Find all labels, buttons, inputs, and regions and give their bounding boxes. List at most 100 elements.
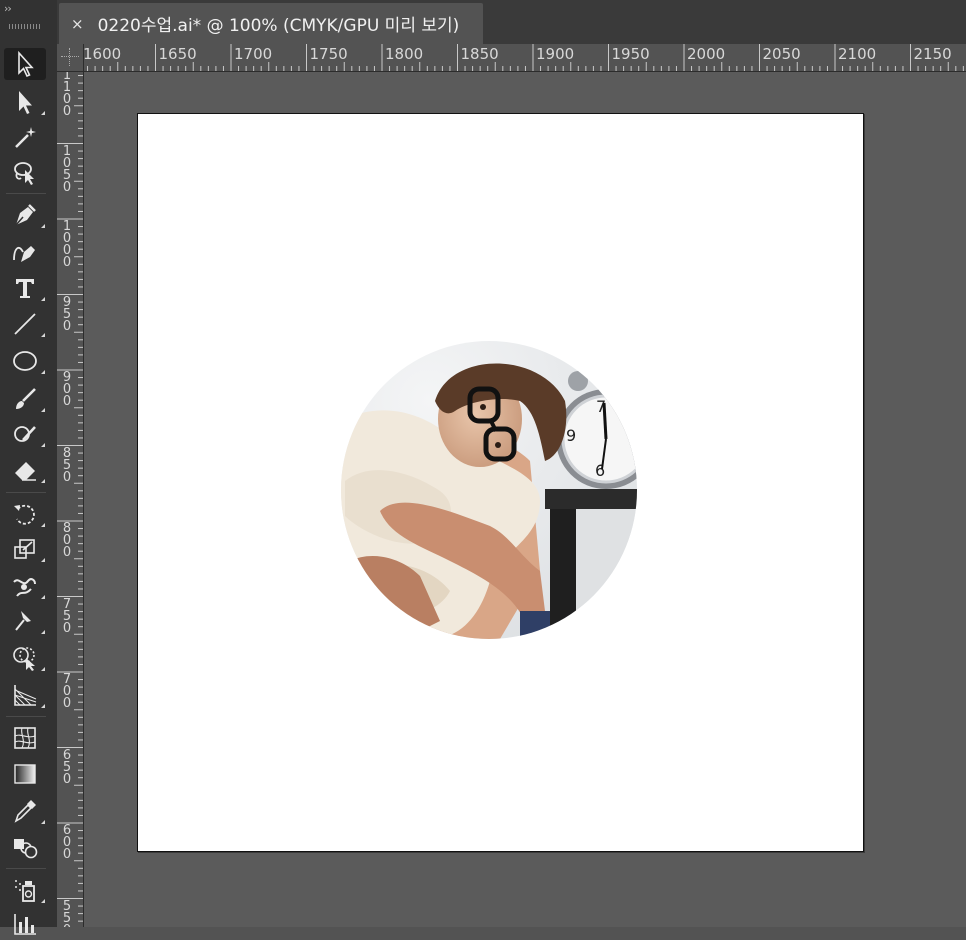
magic-wand-tool[interactable] — [4, 121, 46, 153]
mesh-tool-icon — [14, 727, 36, 749]
flyout-indicator — [41, 630, 45, 634]
ruler-label: 550 — [62, 898, 72, 928]
flyout-indicator — [41, 899, 45, 903]
paintbrush-tool[interactable] — [4, 383, 46, 415]
ruler-label: 600 — [62, 823, 72, 862]
vertical-ruler-ticks — [57, 75, 83, 922]
direct-selection-tool[interactable] — [4, 86, 46, 118]
eraser-tool-icon — [15, 462, 36, 481]
document-tab-title: 0220수업.ai* @ 100% (CMYK/GPU 미리 보기) — [97, 16, 460, 36]
perspective-grid-tool-icon — [14, 685, 37, 706]
shape-builder-tool-icon — [13, 647, 35, 671]
ruler-label: 1750 — [309, 45, 348, 63]
lasso-tool[interactable] — [4, 156, 46, 188]
horizontal-ruler[interactable]: 1600 1650 1700 1750 1800 1850 1900 1950 2000 2050… — [57, 44, 966, 72]
toolbar-divider — [6, 492, 46, 493]
shape-builder-tool[interactable] — [4, 642, 46, 674]
ruler-origin-marker — [69, 48, 70, 66]
pen-tool-icon — [15, 204, 36, 226]
direct-selection-tool-icon — [19, 91, 32, 114]
toolbar-divider — [6, 868, 46, 869]
ruler-label: 1050 — [62, 143, 72, 195]
ruler-label: 1850 — [460, 45, 499, 63]
selection-tool[interactable] — [4, 48, 46, 80]
column-graph-tool-icon — [14, 914, 36, 935]
curvature-tool[interactable] — [4, 236, 46, 268]
shaper-tool-icon — [14, 426, 36, 442]
symbol-sprayer-tool[interactable] — [4, 874, 46, 906]
flyout-indicator — [41, 667, 45, 671]
flyout-indicator — [41, 111, 45, 115]
flyout-indicator — [41, 297, 45, 301]
flyout-indicator — [41, 479, 45, 483]
gradient-tool[interactable] — [4, 758, 46, 790]
toolbar-divider — [6, 716, 46, 717]
ruler-origin-marker — [61, 56, 79, 57]
ruler-label: 2050 — [762, 45, 801, 63]
magic-wand-tool-icon — [15, 127, 36, 148]
paintbrush-tool-icon — [16, 388, 36, 409]
ruler-label: 2150 — [913, 45, 952, 63]
ruler-label: 1800 — [385, 45, 424, 63]
type-tool[interactable] — [4, 272, 46, 304]
eyedropper-tool-icon — [14, 800, 36, 823]
type-tool-icon — [16, 279, 34, 298]
line-segment-tool-icon — [14, 313, 36, 335]
rotate-tool-icon — [14, 504, 35, 525]
flyout-indicator — [41, 523, 45, 527]
ellipse-tool[interactable] — [4, 345, 46, 377]
flyout-indicator — [41, 333, 45, 337]
puppet-warp-tool[interactable] — [4, 605, 46, 637]
lasso-tool-icon — [14, 162, 34, 185]
svg-text:9: 9 — [566, 426, 576, 445]
ruler-label: 850 — [62, 445, 72, 485]
ruler-label: 2100 — [838, 45, 877, 63]
flyout-indicator — [41, 704, 45, 708]
flyout-indicator — [41, 370, 45, 374]
puppet-warp-tool-icon — [15, 611, 31, 631]
pen-tool[interactable] — [4, 199, 46, 231]
ruler-label: 1650 — [158, 45, 197, 63]
collapse-panel-button[interactable]: ›› — [4, 2, 12, 15]
flyout-indicator — [41, 820, 45, 824]
vertical-ruler[interactable]: 1100 1050 1000 950 900 850 800 750 700 650 600 550 — [57, 71, 84, 927]
ruler-label: 650 — [62, 747, 72, 787]
scale-tool[interactable] — [4, 533, 46, 565]
ruler-label: 900 — [62, 370, 72, 409]
close-tab-icon[interactable]: × — [71, 15, 84, 33]
blend-tool[interactable] — [4, 831, 46, 863]
selection-tool-icon — [18, 50, 34, 78]
ruler-label: 1700 — [234, 45, 273, 63]
flyout-indicator — [41, 595, 45, 599]
flyout-indicator — [41, 408, 45, 412]
column-graph-tool[interactable] — [4, 908, 46, 940]
line-segment-tool[interactable] — [4, 308, 46, 340]
document-tab[interactable]: × 0220수업.ai* @ 100% (CMYK/GPU 미리 보기) — [59, 3, 483, 44]
ruler-origin[interactable] — [57, 44, 84, 72]
flyout-indicator — [41, 558, 45, 562]
ruler-label: 750 — [62, 596, 72, 636]
ruler-label: 1100 — [62, 71, 72, 119]
flyout-indicator — [41, 224, 45, 228]
toolbar-divider — [6, 193, 46, 194]
curvature-tool-icon — [13, 246, 35, 262]
ruler-label: 800 — [62, 521, 72, 560]
rotate-tool[interactable] — [4, 498, 46, 530]
document-tab-bar: × 0220수업.ai* @ 100% (CMYK/GPU 미리 보기) — [57, 0, 966, 44]
tools-panel: ›› — [0, 0, 58, 935]
mesh-tool[interactable] — [4, 722, 46, 754]
blend-tool-icon — [14, 839, 38, 859]
scale-tool-icon — [14, 539, 35, 559]
circular-photo-placed-image[interactable]: 9 6 7 — [340, 341, 638, 639]
flyout-indicator — [41, 443, 45, 447]
eraser-tool[interactable] — [4, 454, 46, 486]
warp-tool[interactable] — [4, 570, 46, 602]
ruler-label: 1600 — [83, 45, 122, 63]
eyedropper-tool[interactable] — [4, 795, 46, 827]
symbol-sprayer-tool-icon — [15, 880, 35, 902]
ruler-label: 950 — [62, 294, 72, 334]
shaper-tool[interactable] — [4, 418, 46, 450]
panel-grip[interactable] — [9, 24, 41, 29]
gradient-tool-icon — [14, 764, 36, 784]
perspective-grid-tool[interactable] — [4, 679, 46, 711]
